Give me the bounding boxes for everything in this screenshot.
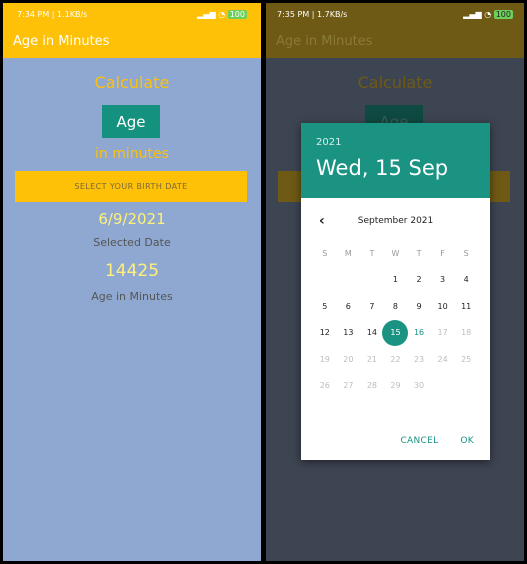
- day-cell[interactable]: 6: [337, 294, 361, 318]
- day-cell-disabled: 28: [366, 381, 377, 391]
- signal-icon: ▂▄▆: [197, 9, 216, 19]
- day-cell[interactable]: 7: [360, 294, 384, 318]
- day-cell[interactable]: 11: [454, 294, 478, 318]
- in-minutes-label: in minutes: [95, 146, 169, 162]
- calculate-label: Calculate: [357, 73, 433, 92]
- status-bar: 7:35 PM | 1.7KB/s ▂▄▆ ◔ 100: [266, 3, 524, 25]
- wifi-icon: ◔: [484, 9, 492, 19]
- dialog-header: 2021 Wed, 15 Sep: [301, 123, 490, 198]
- day-cell-disabled: 23: [413, 354, 425, 364]
- app-title: Age in Minutes: [276, 34, 373, 49]
- day-cell[interactable]: 13: [337, 321, 361, 345]
- dialog-selected-date: Wed, 15 Sep: [316, 156, 449, 180]
- selected-date-label: Selected Date: [93, 236, 171, 249]
- weekday-header: S M T W T F S: [313, 240, 478, 267]
- age-label-box: Age: [102, 105, 160, 138]
- selected-day-number: 15: [390, 328, 401, 338]
- weekday-label: T: [369, 248, 375, 258]
- day-cell-disabled: 27: [343, 381, 354, 391]
- selected-date-value: 6/9/2021: [98, 210, 166, 228]
- status-bar: 7:34 PM | 1.1KB/s ▂▄▆ ◔ 100: [3, 3, 261, 25]
- weekday-label: F: [440, 248, 445, 258]
- wifi-icon: ◔: [218, 9, 226, 19]
- week-row: 1 2 3 4: [313, 267, 478, 294]
- day-cell-disabled: 22: [390, 354, 401, 364]
- age-minutes-label: Age in Minutes: [91, 290, 173, 303]
- day-cell[interactable]: 10: [431, 294, 455, 318]
- week-row: 12 13 14 15 16 17 18: [313, 319, 478, 347]
- week-row: 19 20 21 22 23 24 25: [313, 346, 478, 373]
- day-cell-disabled: 29: [390, 381, 401, 391]
- calculate-label: Calculate: [94, 73, 170, 92]
- dialog-year[interactable]: 2021: [316, 137, 490, 148]
- weekday-label: S: [322, 248, 328, 258]
- weekday-label: M: [344, 248, 352, 258]
- week-row: 5 6 7 8 9 10 11: [313, 293, 478, 320]
- calendar-grid: S M T W T F S 1 2 3 4 5 6 7 8 9 10 11 12…: [313, 240, 478, 399]
- day-cell[interactable]: 14: [360, 321, 384, 345]
- day-cell: [454, 374, 478, 398]
- cancel-button[interactable]: CANCEL: [400, 436, 438, 446]
- weekday-label: S: [463, 248, 469, 258]
- week-row: 26 27 28 29 30: [313, 373, 478, 400]
- day-cell[interactable]: 8: [384, 294, 408, 318]
- day-cell-disabled: 26: [319, 381, 330, 391]
- day-cell-disabled: 19: [319, 354, 330, 364]
- weekday-label: W: [391, 248, 400, 258]
- month-navigation: ‹ September 2021: [301, 213, 490, 229]
- select-birth-date-button[interactable]: SELECT YOUR BIRTH DATE: [15, 171, 247, 202]
- battery-icon: 100: [227, 9, 247, 19]
- status-time: 7:35 PM | 1.7KB/s: [277, 9, 348, 19]
- signal-icon: ▂▄▆: [463, 9, 482, 19]
- day-cell-today[interactable]: 16: [407, 321, 431, 345]
- app-bar: Age in Minutes: [266, 25, 524, 58]
- day-cell-disabled: 17: [437, 328, 448, 338]
- age-minutes-value: 14425: [104, 261, 160, 281]
- app-title: Age in Minutes: [13, 34, 110, 49]
- day-cell[interactable]: 1: [384, 268, 408, 292]
- dialog-actions: CANCEL OK: [400, 436, 474, 446]
- day-cell: [431, 374, 455, 398]
- day-cell[interactable]: 2: [407, 268, 431, 292]
- day-cell: [337, 268, 361, 292]
- day-cell[interactable]: 12: [313, 321, 337, 345]
- main-screen: 7:34 PM | 1.1KB/s ▂▄▆ ◔ 100 Age in Minut…: [3, 3, 261, 561]
- day-cell-disabled: 18: [461, 328, 472, 338]
- day-cell: [313, 268, 337, 292]
- date-picker-screen: 7:35 PM | 1.7KB/s ▂▄▆ ◔ 100 Age in Minut…: [266, 3, 524, 561]
- day-cell-disabled: 21: [366, 354, 377, 364]
- app-bar: Age in Minutes: [3, 25, 261, 58]
- status-icons: ▂▄▆ ◔ 100: [197, 9, 247, 19]
- day-cell[interactable]: 5: [313, 294, 337, 318]
- day-cell-disabled: 30: [413, 381, 425, 391]
- date-picker-dialog: 2021 Wed, 15 Sep ‹ September 2021 S M T …: [301, 123, 490, 460]
- ok-button[interactable]: OK: [460, 436, 474, 446]
- weekday-label: T: [416, 248, 422, 258]
- status-icons: ▂▄▆ ◔ 100: [463, 9, 513, 19]
- month-title: September 2021: [357, 216, 434, 226]
- day-cell: [360, 268, 384, 292]
- screenshot-frame: 7:34 PM | 1.1KB/s ▂▄▆ ◔ 100 Age in Minut…: [0, 0, 527, 564]
- day-cell-disabled: 24: [437, 354, 448, 364]
- day-cell[interactable]: 9: [407, 294, 431, 318]
- day-cell-disabled: 25: [461, 354, 472, 364]
- day-cell-selected[interactable]: 15: [382, 319, 409, 346]
- status-time: 7:34 PM | 1.1KB/s: [17, 9, 88, 19]
- day-cell[interactable]: 3: [431, 268, 455, 292]
- day-cell-disabled: 20: [343, 354, 354, 364]
- day-cell[interactable]: 4: [454, 268, 478, 292]
- battery-icon: 100: [493, 9, 513, 19]
